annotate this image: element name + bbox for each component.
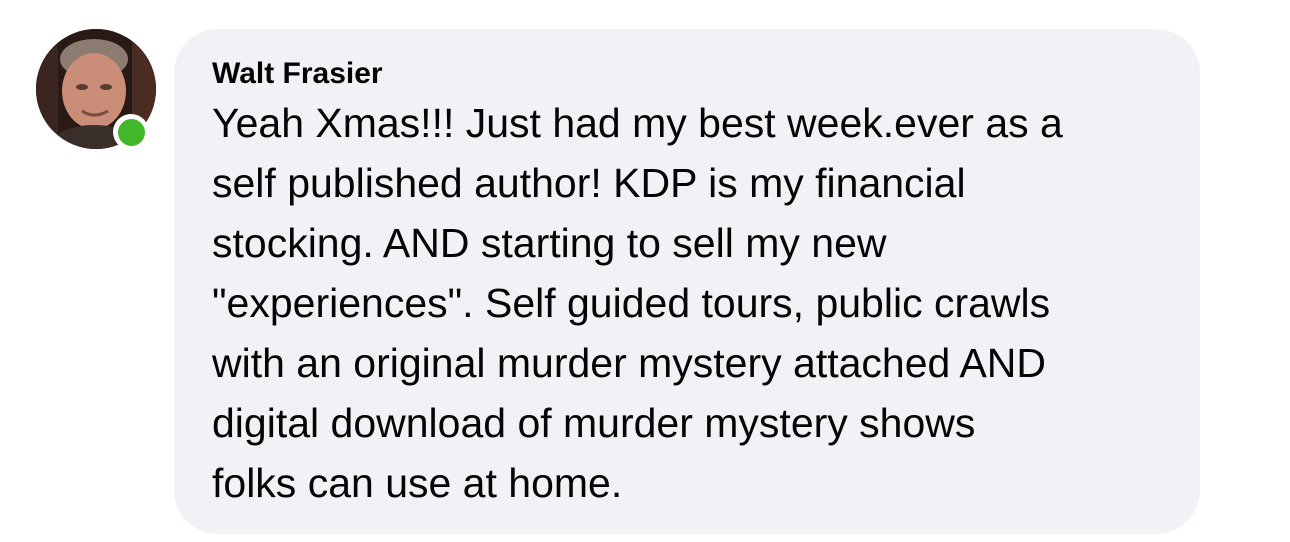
comment-bubble: Walt Frasier Yeah Xmas!!! Just had my be… bbox=[174, 29, 1200, 534]
comment: Walt Frasier Yeah Xmas!!! Just had my be… bbox=[0, 0, 1290, 542]
online-indicator bbox=[117, 118, 145, 146]
comment-text: Yeah Xmas!!! Just had my best week.ever … bbox=[212, 100, 1063, 506]
author-name[interactable]: Walt Frasier bbox=[212, 55, 1164, 93]
online-status-icon bbox=[113, 114, 149, 150]
